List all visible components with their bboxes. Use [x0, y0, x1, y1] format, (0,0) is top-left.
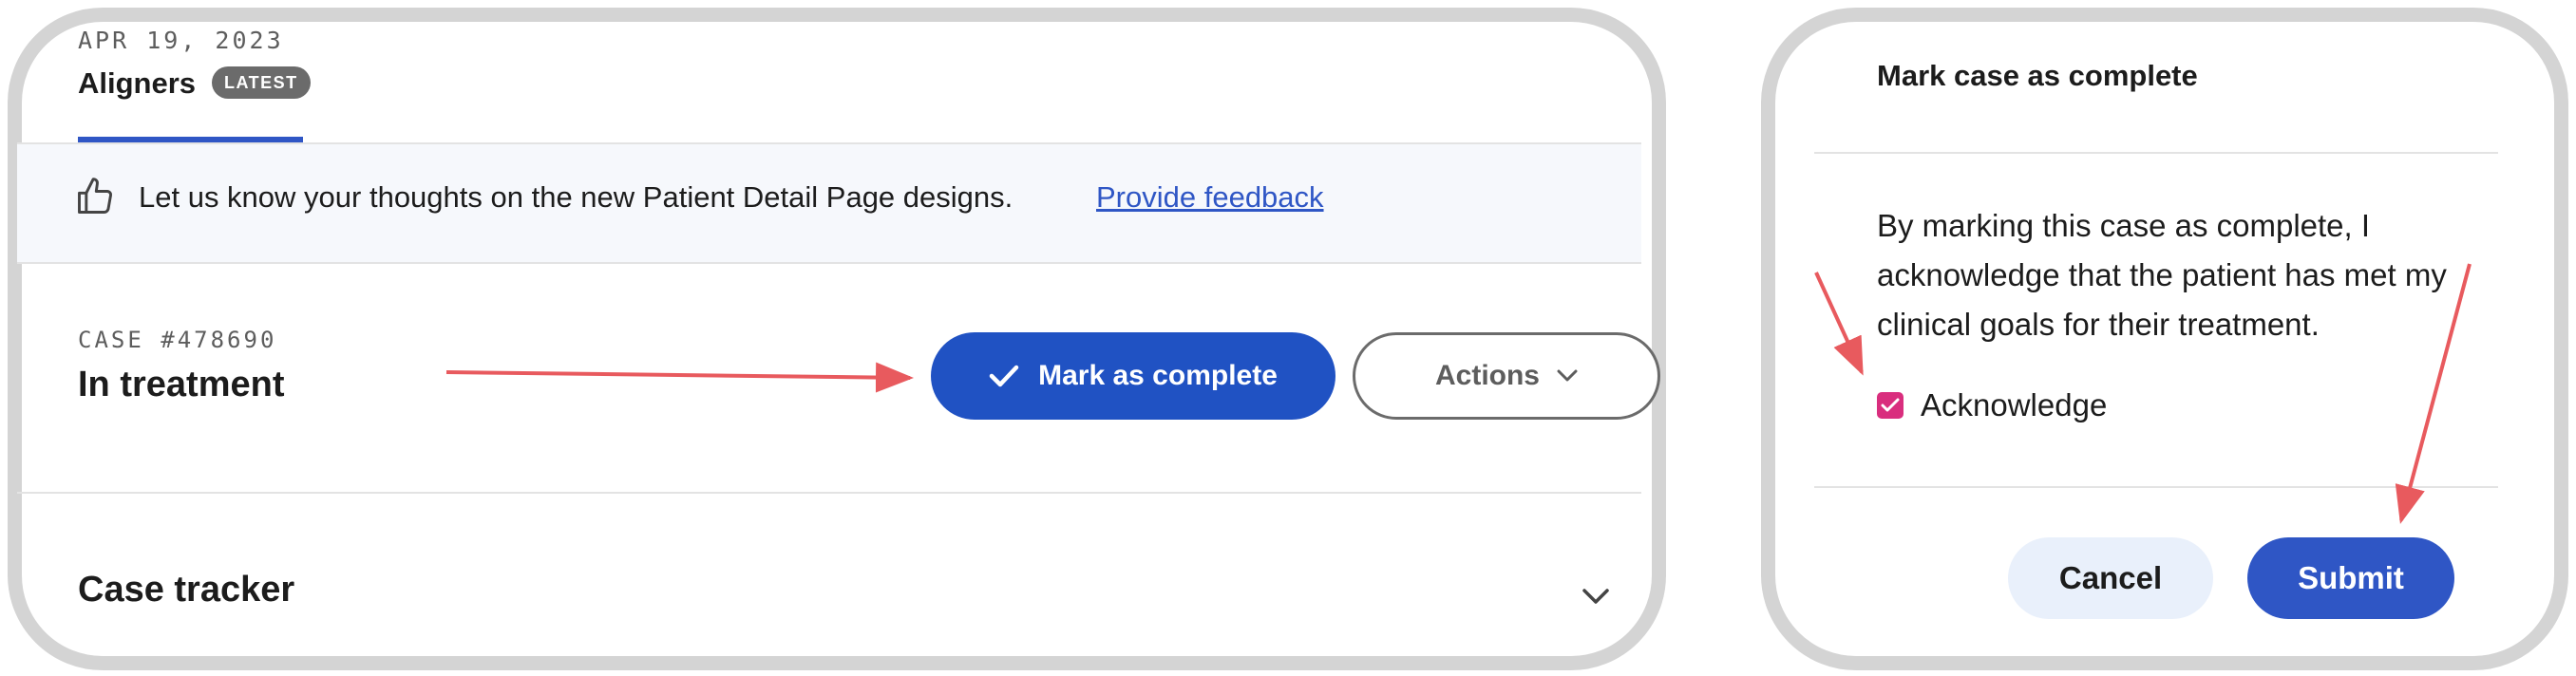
- chevron-down-icon: [1557, 369, 1578, 382]
- divider: [1814, 152, 2498, 154]
- case-tracker-heading[interactable]: Case tracker: [78, 570, 294, 610]
- thumbs-up-icon: [78, 178, 112, 214]
- divider: [17, 492, 1641, 494]
- provide-feedback-link[interactable]: Provide feedback: [1096, 180, 1324, 215]
- tab-aligners[interactable]: Aligners: [78, 66, 196, 101]
- mark-as-complete-label: Mark as complete: [1038, 360, 1278, 391]
- case-status: In treatment: [78, 365, 285, 404]
- case-number: CASE #478690: [78, 327, 277, 353]
- chevron-down-icon[interactable]: [1581, 587, 1611, 606]
- actions-dropdown-button[interactable]: Actions: [1353, 332, 1660, 420]
- divider: [1814, 486, 2498, 488]
- divider: [17, 262, 1641, 264]
- modal-body-text: By marking this case as complete, I ackn…: [1877, 208, 2447, 342]
- submit-button[interactable]: Submit: [2247, 537, 2454, 619]
- case-date: APR 19, 2023: [78, 27, 284, 54]
- acknowledge-label[interactable]: Acknowledge: [1921, 387, 2107, 423]
- acknowledge-checkbox[interactable]: [1877, 392, 1904, 419]
- cancel-button[interactable]: Cancel: [2008, 537, 2213, 619]
- banner-text: Let us know your thoughts on the new Pat…: [139, 180, 1013, 214]
- checkmark-icon: [989, 365, 1019, 387]
- latest-badge: LATEST: [212, 66, 311, 99]
- checkmark-icon: [1881, 398, 1900, 412]
- mark-as-complete-button[interactable]: Mark as complete: [931, 332, 1335, 420]
- modal-title: Mark case as complete: [1877, 59, 2198, 92]
- actions-label: Actions: [1434, 360, 1540, 391]
